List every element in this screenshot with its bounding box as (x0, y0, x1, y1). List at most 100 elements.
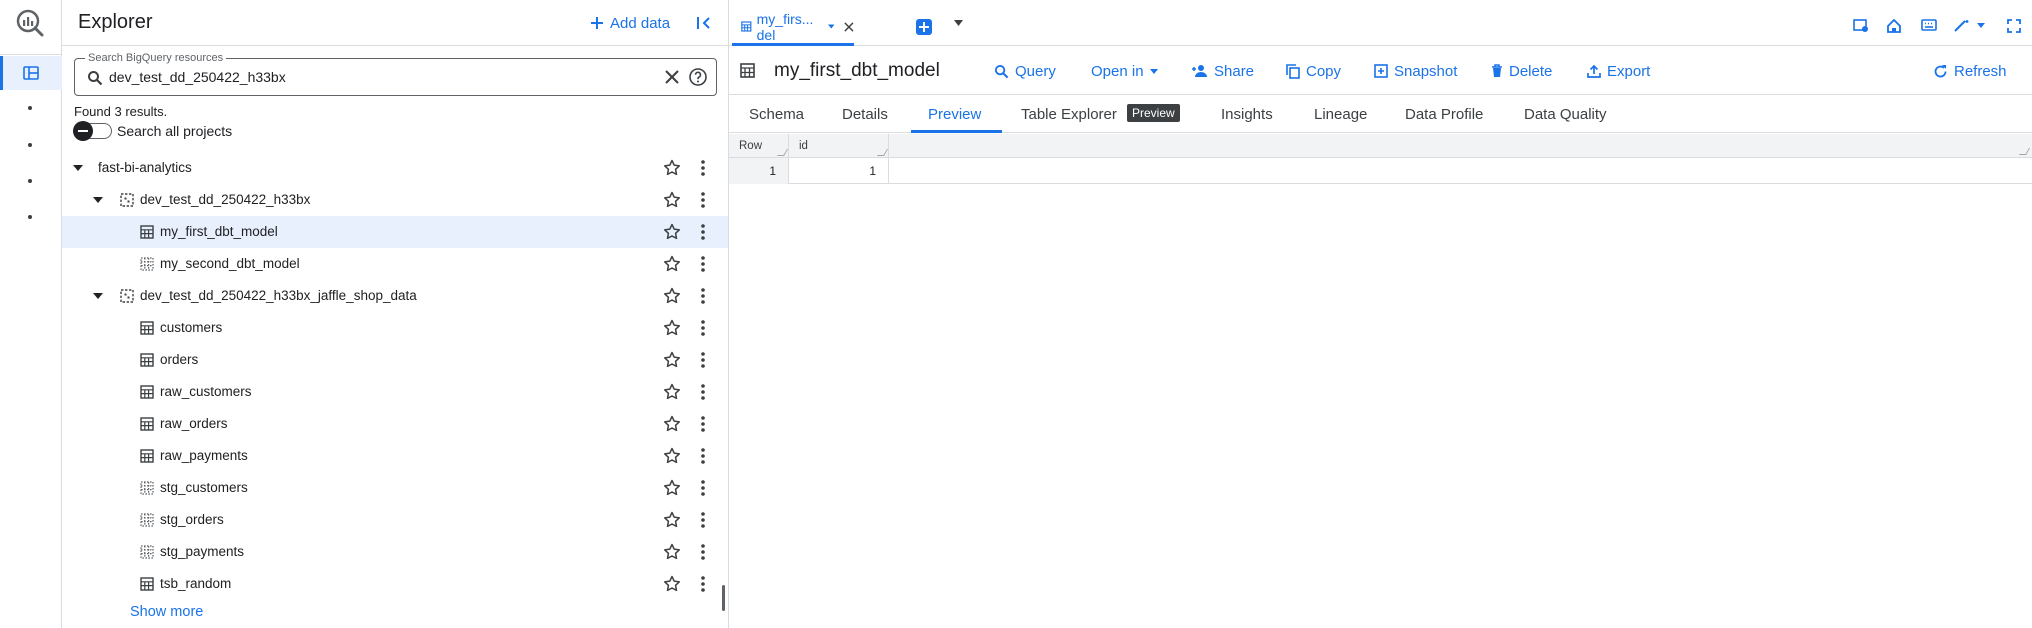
grid-resize-handle[interactable] (2018, 148, 2031, 155)
table-icon (140, 449, 154, 463)
more-vert-icon[interactable] (693, 446, 713, 466)
tab-preview[interactable]: Preview (928, 106, 981, 123)
more-vert-icon[interactable] (693, 510, 713, 530)
star-icon[interactable] (662, 510, 682, 530)
tree-row-project[interactable]: fast-bi-analytics (62, 152, 728, 184)
more-vert-icon[interactable] (693, 222, 713, 242)
star-icon[interactable] (662, 318, 682, 338)
search-all-projects-toggle[interactable] (73, 121, 112, 141)
tab-data-profile[interactable]: Data Profile (1405, 106, 1483, 123)
star-icon[interactable] (662, 574, 682, 594)
collapse-panel-button[interactable] (692, 11, 716, 35)
tree-row-view[interactable]: stg_customers (62, 472, 728, 504)
tab-table-explorer[interactable]: Table Explorer (1021, 106, 1117, 123)
tree-row-dataset[interactable]: dev_test_dd_250422_h33bx_jaffle_shop_dat… (62, 280, 728, 312)
tree-row-table[interactable]: raw_orders (62, 408, 728, 440)
rail-item-3[interactable] (28, 143, 32, 147)
more-vert-icon[interactable] (693, 158, 713, 178)
tree-row-table[interactable]: raw_customers (62, 376, 728, 408)
star-icon[interactable] (662, 190, 682, 210)
rail-item-5[interactable] (28, 215, 32, 219)
rail-item-2[interactable] (28, 106, 32, 110)
export-button[interactable]: Export (1587, 61, 1650, 81)
more-vert-icon[interactable] (693, 318, 713, 338)
id-cell[interactable]: 1 (789, 158, 889, 184)
fullscreen-icon[interactable] (2007, 19, 2021, 33)
more-vert-icon[interactable] (693, 350, 713, 370)
chevron-down-icon[interactable] (827, 24, 835, 29)
more-vert-icon[interactable] (693, 254, 713, 274)
tree-row-label: my_second_dbt_model (160, 256, 300, 271)
delete-label: Delete (1509, 62, 1553, 80)
tree-row-table[interactable]: my_first_dbt_model (62, 216, 728, 248)
magic-chevron-down-icon[interactable] (1977, 23, 1985, 28)
column-header-row[interactable]: Row (729, 134, 789, 158)
tree-row-table[interactable]: tsb_random (62, 568, 728, 600)
more-vert-icon[interactable] (693, 574, 713, 594)
tree-row-view[interactable]: stg_orders (62, 504, 728, 536)
explorer-scrollbar[interactable] (722, 585, 725, 611)
star-icon[interactable] (662, 542, 682, 562)
close-tab-icon[interactable] (844, 21, 854, 33)
preview-badge: Preview (1127, 104, 1180, 122)
open-in-button[interactable]: Open in (1091, 61, 1158, 81)
delete-button[interactable]: Delete (1491, 61, 1552, 81)
clear-search-icon[interactable] (663, 68, 681, 86)
new-tab-button[interactable] (916, 19, 932, 35)
schedule-query-icon[interactable] (1853, 19, 1869, 33)
tab-my-first-dbt-model[interactable]: my_firs... del (732, 10, 854, 46)
column-resize-handle[interactable] (776, 149, 789, 156)
tab-menu-chevron-icon[interactable] (954, 20, 963, 26)
expand-caret-icon[interactable] (72, 162, 84, 174)
star-icon[interactable] (662, 158, 682, 178)
tree-row-dataset[interactable]: dev_test_dd_250422_h33bx (62, 184, 728, 216)
expand-caret-icon[interactable] (92, 194, 104, 206)
rail-item-4[interactable] (28, 179, 32, 183)
tree-row-view[interactable]: my_second_dbt_model (62, 248, 728, 280)
tree-row-table[interactable]: customers (62, 312, 728, 344)
more-vert-icon[interactable] (693, 190, 713, 210)
tab-schema[interactable]: Schema (749, 106, 804, 123)
bigquery-logo-icon[interactable] (15, 8, 45, 38)
star-icon[interactable] (662, 222, 682, 242)
snapshot-button[interactable]: Snapshot (1374, 61, 1457, 81)
star-icon[interactable] (662, 414, 682, 434)
column-resize-handle[interactable] (876, 149, 889, 156)
copy-button[interactable]: Copy (1286, 61, 1341, 81)
tree-row-view[interactable]: stg_payments (62, 536, 728, 568)
star-icon[interactable] (662, 286, 682, 306)
tab-details[interactable]: Details (842, 106, 888, 123)
star-icon[interactable] (662, 350, 682, 370)
more-vert-icon[interactable] (693, 478, 713, 498)
star-icon[interactable] (662, 446, 682, 466)
more-vert-icon[interactable] (693, 542, 713, 562)
query-button[interactable]: Query (994, 61, 1056, 81)
tree-row-table[interactable]: orders (62, 344, 728, 376)
copy-label: Copy (1306, 62, 1342, 80)
add-data-button[interactable]: Add data (590, 11, 670, 35)
tab-lineage[interactable]: Lineage (1314, 106, 1367, 123)
rail-item-explorer[interactable] (0, 56, 62, 90)
home-icon[interactable] (1887, 19, 1901, 33)
tree-row-label: tsb_random (160, 576, 232, 591)
magic-wand-icon[interactable] (1953, 19, 1971, 33)
tab-data-quality[interactable]: Data Quality (1524, 106, 1607, 123)
expand-caret-icon[interactable] (92, 290, 104, 302)
more-vert-icon[interactable] (693, 382, 713, 402)
star-icon[interactable] (662, 254, 682, 274)
search-input[interactable] (109, 67, 629, 87)
share-button[interactable]: Share (1192, 61, 1254, 81)
tree-row-table[interactable]: raw_payments (62, 440, 728, 472)
refresh-button[interactable]: Refresh (1933, 61, 2007, 81)
more-vert-icon[interactable] (693, 286, 713, 306)
tab-insights[interactable]: Insights (1221, 106, 1273, 123)
table-icon (140, 385, 154, 399)
help-icon[interactable] (688, 67, 708, 87)
search-label: Search BigQuery resources (85, 52, 227, 64)
keyboard-icon[interactable] (1921, 19, 1937, 31)
star-icon[interactable] (662, 478, 682, 498)
show-more-link[interactable]: Show more (130, 604, 203, 620)
more-vert-icon[interactable] (693, 414, 713, 434)
star-icon[interactable] (662, 382, 682, 402)
column-header-id[interactable]: id (789, 134, 889, 158)
